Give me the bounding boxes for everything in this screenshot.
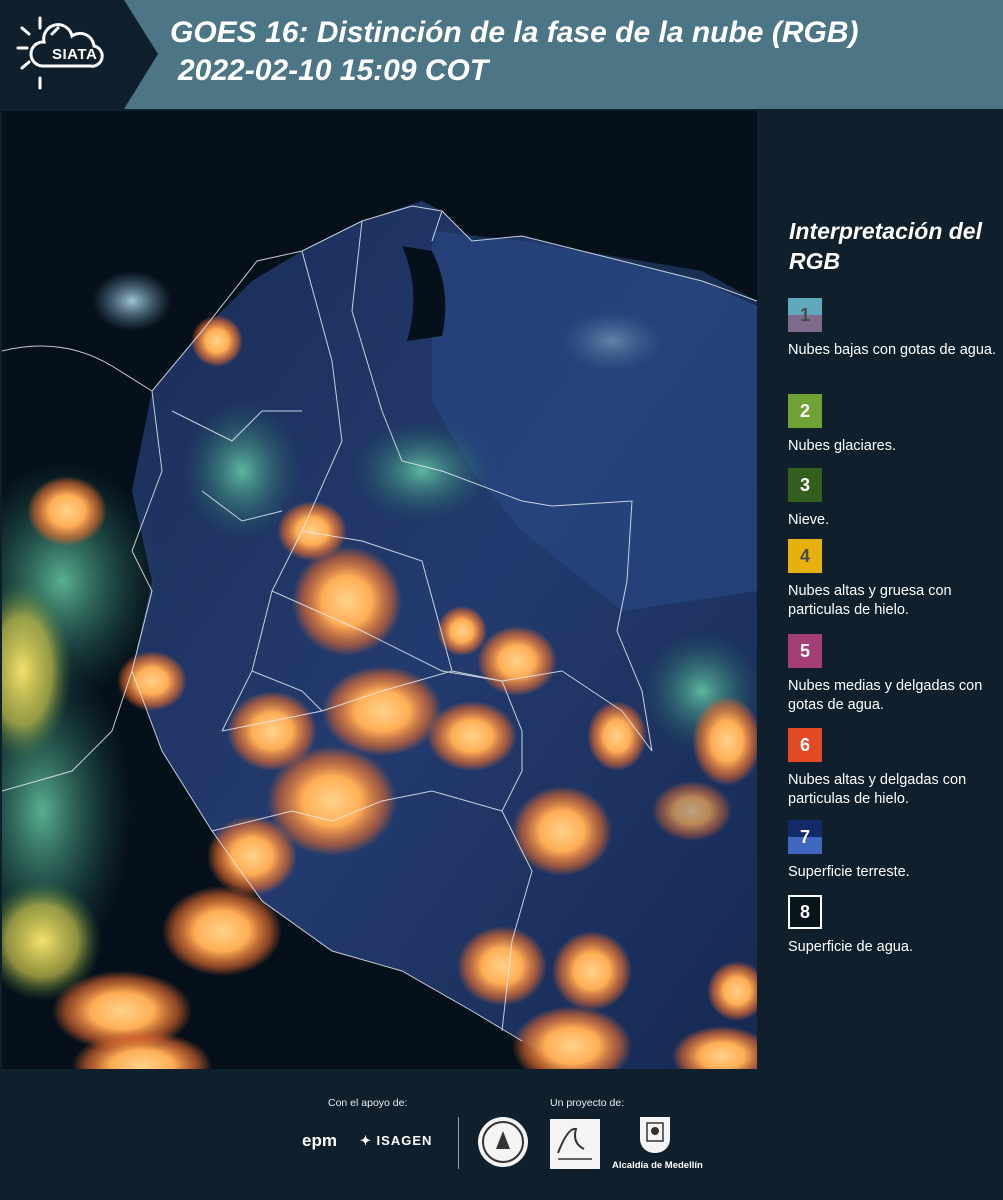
support-caption: Con el apoyo de: — [328, 1097, 408, 1109]
legend-swatch-4: 4 — [788, 539, 822, 573]
page-title: GOES 16: Distinción de la fase de la nub… — [170, 14, 858, 90]
siata-logo-text: SIATA — [52, 46, 98, 63]
legend-number-6: 6 — [799, 734, 810, 755]
legend-number-2: 2 — [799, 400, 810, 421]
title-product: GOES 16: Distinción de la fase de la nub… — [170, 16, 859, 49]
legend-swatch-5: 5 — [788, 634, 822, 668]
isagen-logo-text: ISAGEN — [376, 1133, 433, 1148]
legend-number-1: 1 — [799, 304, 810, 325]
satellite-rgb-map — [2, 111, 757, 1069]
university-seal-logo — [478, 1117, 528, 1167]
legend-number-5: 5 — [799, 640, 810, 661]
legend-label-4: Nubes altas y gruesa con particulas de h… — [788, 583, 952, 618]
isagen-logo: ✦ ISAGEN — [360, 1133, 432, 1149]
legend-label-1: Nubes bajas con gotas de agua. — [788, 342, 996, 358]
legend-item-8: 8 Superficie de agua. — [788, 895, 998, 957]
legend-title: Interpretación del RGB — [789, 218, 982, 274]
legend-panel: Interpretación del RGB 1 Nubes bajas con… — [762, 111, 1003, 1069]
legend-swatch-3: 3 — [788, 468, 822, 502]
legend-item-2: 2 Nubes glaciares. — [788, 394, 998, 456]
footer: Con el apoyo de: Un proyecto de: epm ✦ I… — [0, 1069, 1003, 1200]
legend-number-4: 4 — [799, 545, 810, 566]
legend-number-3: 3 — [799, 474, 810, 495]
legend-number-8: 8 — [799, 901, 810, 922]
legend-label-5: Nubes medias y delgadas con gotas de agu… — [788, 678, 983, 713]
legend-item-7: 7 Superficie terreste. — [788, 820, 998, 882]
legend-label-6: Nubes altas y delgadas con particulas de… — [788, 772, 967, 807]
legend-label-8: Superficie de agua. — [788, 939, 913, 955]
legend-item-5: 5 Nubes medias y delgadas con gotas de a… — [788, 634, 998, 715]
alcaldia-shield-icon — [640, 1117, 670, 1153]
isagen-star-icon: ✦ — [360, 1133, 372, 1148]
footer-vertical-divider — [458, 1117, 459, 1169]
alcaldia-logo-text: Alcaldía de Medellín — [612, 1160, 703, 1171]
header-bar: SIATA GOES 16: Distinción de la fase de … — [0, 0, 1003, 109]
legend-number-7: 7 — [799, 826, 810, 847]
legend-swatch-8: 8 — [788, 895, 822, 929]
legend-item-1: 1 Nubes bajas con gotas de agua. — [788, 298, 998, 360]
legend-item-3: 3 Nieve. — [788, 468, 998, 530]
legend-label-3: Nieve. — [788, 512, 830, 528]
legend-swatch-2: 2 — [788, 394, 822, 428]
legend-item-4: 4 Nubes altas y gruesa con particulas de… — [788, 539, 998, 620]
legend-item-6: 6 Nubes altas y delgadas con particulas … — [788, 728, 998, 809]
legend-label-2: Nubes glaciares. — [788, 438, 896, 454]
project-caption: Un proyecto de: — [550, 1097, 625, 1109]
siata-logo: SIATA — [0, 0, 158, 109]
legend-label-7: Superficie terreste. — [788, 864, 910, 880]
area-metropolitana-logo — [550, 1119, 600, 1169]
epm-logo: epm — [302, 1131, 337, 1150]
legend-swatch-7: 7 — [788, 820, 822, 854]
legend-swatch-6: 6 — [788, 728, 822, 762]
title-datetime: 2022-02-10 15:09 COT — [178, 54, 489, 87]
legend-swatch-1: 1 — [788, 298, 822, 332]
